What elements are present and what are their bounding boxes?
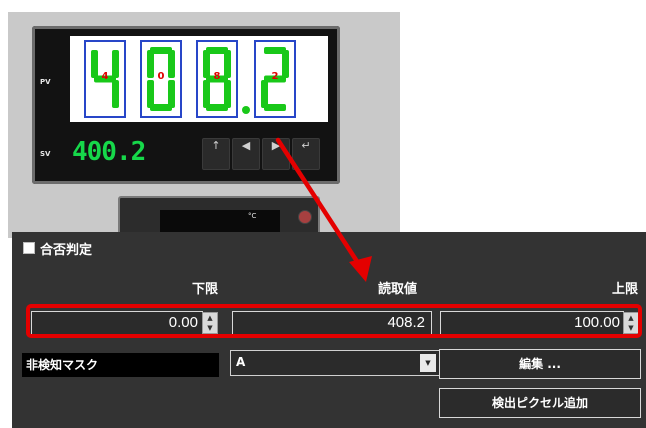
sv-label: SV [40, 150, 51, 158]
mask-select-value: A [236, 355, 246, 369]
pv-digit-box: 0 [140, 40, 182, 118]
segment-c [224, 80, 231, 108]
up-arrow-icon: ↑ [202, 138, 230, 170]
digital-meter: PV SV 4 0 8 2 400.2 ↑ ◀ ▶ ↵ [32, 26, 340, 184]
segment-e [203, 80, 210, 108]
section-title: 合否判定 [40, 243, 93, 258]
add-detected-pixels-button[interactable]: 検出ピクセル追加 [439, 388, 641, 418]
mask-select[interactable]: A ▼ [230, 350, 440, 376]
spin-down-icon[interactable]: ▼ [203, 323, 217, 333]
spin-up-icon[interactable]: ▲ [203, 313, 217, 323]
unit-label: °C [248, 212, 257, 220]
spin-up-icon[interactable]: ▲ [624, 313, 638, 323]
edit-button[interactable]: 編集 ... [439, 349, 641, 379]
right-arrow-icon: ▶ [262, 138, 290, 170]
segment-e [261, 80, 268, 108]
pv-digit-box: 2 [254, 40, 296, 118]
spin-down-icon[interactable]: ▼ [624, 323, 638, 333]
lower-limit-input[interactable]: 0.00 [31, 311, 203, 335]
pv-digit-label: 8 [213, 71, 221, 82]
decimal-point [242, 106, 250, 114]
segment-c [168, 80, 175, 108]
segment-c [112, 80, 119, 108]
pv-digit-label: 2 [271, 71, 279, 82]
pv-display: 4 0 8 2 [70, 36, 328, 122]
pass-fail-checkbox[interactable] [23, 242, 35, 254]
segment-e [147, 80, 154, 108]
pv-digit-box: 8 [196, 40, 238, 118]
meter-knob [298, 210, 312, 224]
pv-label: PV [40, 78, 51, 86]
chevron-down-icon[interactable]: ▼ [420, 354, 436, 372]
reading-value-field: 408.2 [232, 311, 432, 335]
pass-fail-panel: 合否判定 下限 読取値 上限 0.00 ▲ ▼ 408.2 100.00 ▲ ▼ 非… [12, 232, 646, 428]
upper-limit-input[interactable]: 100.00 [440, 311, 624, 335]
pv-digit-label: 4 [101, 71, 109, 82]
lower-limit-header: 下限 [192, 282, 219, 297]
sv-value: 400.2 [72, 137, 146, 167]
return-icon: ↵ [292, 138, 320, 170]
pv-digit-box: 4 [84, 40, 126, 118]
upper-limit-spinner[interactable]: ▲ ▼ [623, 312, 639, 334]
reading-header: 読取値 [378, 282, 418, 297]
pv-digit-label: 0 [157, 71, 165, 82]
upper-limit-header: 上限 [612, 282, 639, 297]
lower-limit-spinner[interactable]: ▲ ▼ [202, 312, 218, 334]
meter-photo: PV SV 4 0 8 2 400.2 ↑ ◀ ▶ ↵ °C [8, 12, 400, 238]
left-arrow-icon: ◀ [232, 138, 260, 170]
mask-label: 非検知マスク [22, 353, 219, 377]
